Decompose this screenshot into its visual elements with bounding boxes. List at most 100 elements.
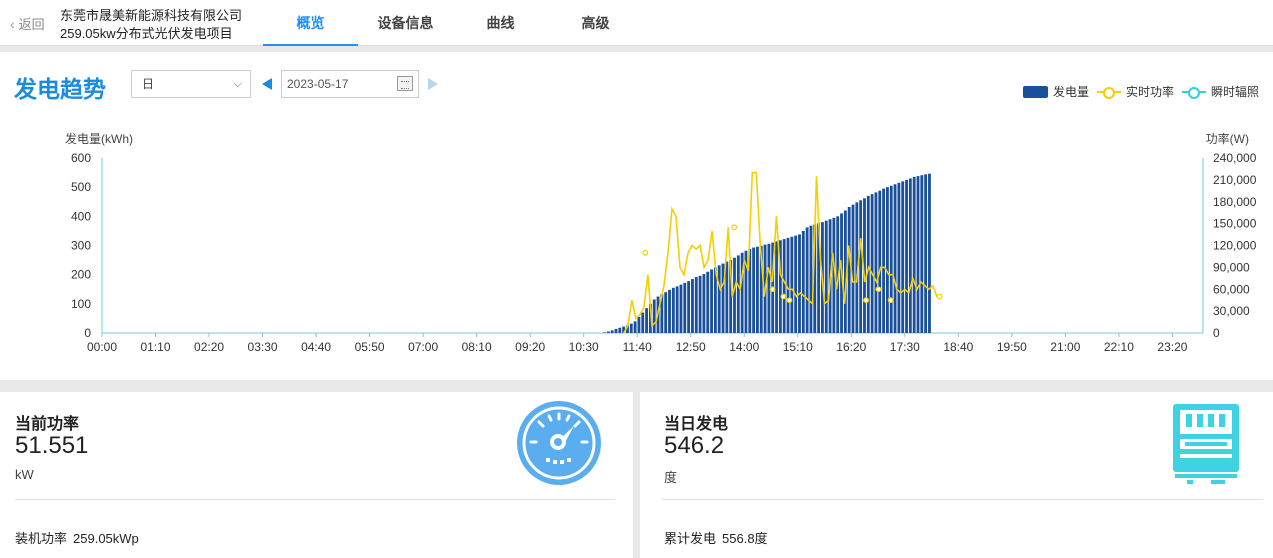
energy-bar (897, 182, 901, 333)
energy-bar (908, 178, 912, 333)
tab-device-info[interactable]: 设备信息 (358, 0, 453, 46)
right-tick-label: 240,000 (1213, 151, 1257, 165)
x-tick-label: 14:00 (729, 340, 759, 354)
energy-bar (710, 269, 713, 333)
energy-bar (920, 175, 924, 333)
prev-arrow-icon[interactable] (262, 78, 272, 90)
company-name: 东莞市晟美新能源科技有限公司 (60, 8, 243, 23)
power-point (780, 293, 787, 300)
energy-bar (756, 246, 759, 333)
daily-energy-card: 当日发电 546.2 度 累计发电 556.8度 (640, 392, 1273, 558)
x-tick-label: 04:40 (301, 340, 331, 354)
energy-bar (901, 181, 905, 333)
energy-bar (782, 239, 786, 333)
energy-bar (912, 176, 916, 333)
energy-bar (629, 323, 633, 333)
legend-label-power: 实时功率 (1125, 85, 1174, 99)
energy-bars (603, 173, 931, 333)
energy-bar (606, 331, 610, 333)
energy-bar (801, 230, 805, 333)
energy-bar (736, 255, 740, 333)
speedometer-icon (517, 401, 601, 485)
energy-bar (882, 188, 885, 333)
energy-bar (870, 194, 874, 333)
back-button[interactable]: ‹ 返回 (10, 14, 45, 33)
energy-bar (691, 279, 694, 333)
energy-bar (893, 184, 897, 333)
energy-bar (775, 241, 778, 333)
right-tick-label: 0 (1213, 326, 1220, 340)
legend-swatch-energy (1022, 85, 1048, 98)
energy-bar (866, 195, 870, 333)
installed-capacity-label: 装机功率 (15, 531, 68, 546)
left-tick-label: 100 (71, 297, 91, 311)
energy-bar (790, 236, 794, 333)
chevron-left-icon: ‹ (10, 15, 15, 32)
tab-advanced[interactable]: 高级 (548, 0, 643, 46)
current-power-title: 当前功率 (15, 416, 80, 433)
energy-bar (702, 274, 706, 333)
x-tick-label: 02:20 (194, 340, 224, 354)
installed-capacity: 装机功率 259.05kWp (15, 528, 139, 547)
energy-bar (687, 281, 691, 333)
legend-item-irradiance[interactable]: 瞬时辐照 (1181, 83, 1259, 100)
energy-bar (668, 289, 671, 333)
energy-bar (717, 265, 721, 333)
legend-swatch-power (1096, 86, 1121, 99)
legend-swatch-irradiance (1181, 86, 1206, 99)
energy-bar (664, 292, 668, 333)
energy-bar (603, 332, 606, 333)
energy-bar (752, 247, 756, 333)
right-tick-label: 120,000 (1213, 239, 1257, 253)
energy-bar (928, 173, 931, 333)
x-tick-label: 19:50 (997, 340, 1027, 354)
x-tick-label: 22:10 (1104, 340, 1134, 354)
legend-item-power[interactable]: 实时功率 (1096, 83, 1174, 100)
next-arrow-icon[interactable] (428, 78, 438, 90)
date-value: 2023-05-17 (287, 77, 349, 91)
right-tick-label: 30,000 (1213, 304, 1250, 318)
energy-bar (633, 321, 637, 333)
current-power-value: 51.551 (15, 432, 89, 459)
energy-bar (851, 204, 855, 333)
energy-bar (683, 282, 687, 333)
x-tick-label: 00:00 (87, 340, 117, 354)
project-name: 东莞市晟美新能源科技有限公司 259.05kw分布式光伏发电项目 (60, 7, 242, 43)
tab-overview[interactable]: 概览 (263, 0, 358, 46)
energy-bar (905, 179, 908, 333)
calendar-icon[interactable] (397, 76, 413, 91)
left-tick-label: 200 (71, 268, 91, 282)
energy-bar (859, 200, 863, 333)
period-select-value: 日 (142, 77, 155, 91)
x-tick-label: 16:20 (836, 340, 866, 354)
card-divider (662, 499, 1263, 500)
chart-legend: 发电量 实时功率 瞬时辐照 (1015, 83, 1259, 100)
chevron-down-icon: ⌵ (233, 78, 242, 90)
energy-bar (725, 261, 729, 333)
date-input[interactable]: 2023-05-17 (281, 70, 419, 98)
energy-bar (916, 176, 920, 333)
period-select[interactable]: 日 ⌵ (131, 70, 251, 98)
installed-capacity-value: 259.05kWp (73, 531, 139, 546)
energy-bar (733, 257, 736, 333)
right-tick-label: 180,000 (1213, 195, 1257, 209)
x-tick-label: 08:10 (462, 340, 492, 354)
tab-curves[interactable]: 曲线 (453, 0, 548, 46)
x-tick-label: 09:20 (515, 340, 545, 354)
right-tick-label: 60,000 (1213, 282, 1250, 296)
daily-energy-unit: 度 (664, 470, 678, 485)
total-energy: 累计发电 556.8度 (664, 528, 768, 547)
tab-bar: 概览 设备信息 曲线 高级 (263, 0, 643, 46)
energy-bar (652, 299, 656, 333)
x-tick-label: 12:50 (676, 340, 706, 354)
energy-bar (614, 328, 618, 333)
x-tick-label: 03:30 (248, 340, 278, 354)
x-tick-label: 10:30 (569, 340, 599, 354)
legend-item-energy[interactable]: 发电量 (1022, 83, 1089, 100)
energy-bar (641, 312, 645, 333)
left-axis-label: 发电量(kWh) (65, 131, 133, 146)
energy-bar (809, 225, 813, 333)
trend-title: 发电趋势 (14, 76, 106, 102)
energy-bar (874, 192, 878, 333)
energy-bar (698, 275, 702, 333)
